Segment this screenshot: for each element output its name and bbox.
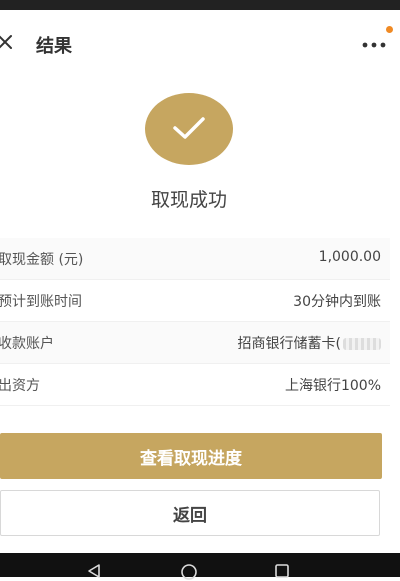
close-icon[interactable] [0,34,13,50]
view-progress-button[interactable]: 查看取现进度 [0,433,382,479]
funder-label: 出资方 [0,378,40,394]
arrival-time-value: 30分钟内到账 [293,294,381,310]
nav-home-icon[interactable] [180,563,198,581]
status-bar [0,0,400,10]
back-button[interactable]: 返回 [0,490,380,536]
detail-row-amount: 取现金额 (元) 1,000.00 [0,238,390,280]
details-list: 取现金额 (元) 1,000.00 预计到账时间 30分钟内到账 收款账户 招商… [0,238,390,406]
account-label: 收款账户 [0,336,54,352]
system-nav-bar [0,553,400,580]
detail-row-arrival-time: 预计到账时间 30分钟内到账 [0,280,390,322]
notification-dot [386,26,393,33]
funder-value: 上海银行100% [284,378,381,394]
detail-row-funder: 出资方 上海银行100% [0,364,390,406]
page-title: 结果 [36,36,72,57]
more-options-icon[interactable] [362,42,386,48]
account-value-wrap: 招商银行储蓄卡( [238,333,381,353]
top-nav-bar: 结果 [0,10,400,58]
check-icon [173,117,205,139]
masked-account-number [343,338,381,350]
detail-row-account: 收款账户 招商银行储蓄卡( [0,322,390,364]
amount-label: 取现金额 (元) [0,252,84,268]
account-value: 招商银行储蓄卡( [237,336,341,352]
success-badge [145,93,233,165]
amount-value: 1,000.00 [318,249,381,265]
arrival-time-label: 预计到账时间 [0,294,82,310]
success-message: 取现成功 [150,189,227,211]
